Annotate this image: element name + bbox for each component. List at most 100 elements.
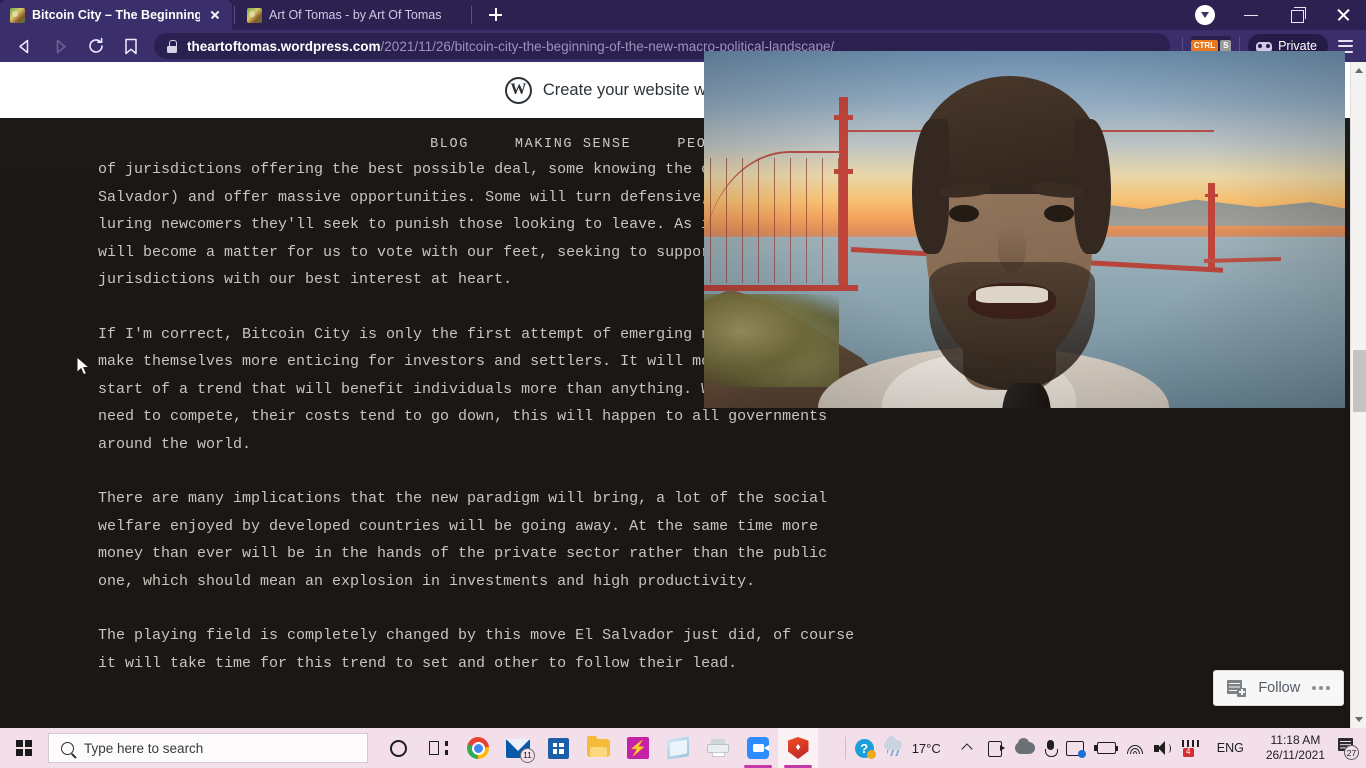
mail-icon: 11 — [506, 738, 535, 763]
battery-icon — [1093, 742, 1118, 754]
weather-temperature: 17°C — [911, 740, 941, 756]
minimize-button[interactable] — [1228, 0, 1274, 30]
start-button[interactable] — [0, 728, 48, 768]
flash-app-icon: ⚡ — [627, 737, 649, 759]
close-window-button[interactable] — [1320, 0, 1366, 30]
bridge-tower — [838, 97, 849, 287]
reload-button[interactable] — [78, 31, 114, 61]
taskbar-app-list: 11 ⚡ ♦ — [378, 728, 818, 768]
clock-time: 11:18 AM — [1270, 733, 1321, 747]
window-controls — [1182, 0, 1366, 30]
tray-item-battery[interactable] — [1089, 728, 1121, 768]
tray-item-network[interactable] — [1121, 728, 1149, 768]
update-badge-icon: 4 — [1181, 739, 1199, 757]
printer-icon — [707, 739, 729, 757]
mask-icon — [1256, 41, 1273, 51]
weather-icon — [883, 735, 905, 757]
virtual-background-shrub — [704, 293, 839, 387]
windows-logo-icon — [16, 740, 32, 756]
camera-icon — [987, 741, 1005, 757]
tray-item-weather[interactable]: 17°C — [879, 728, 953, 768]
onedrive-cloud-icon — [1014, 738, 1035, 754]
microphone — [1002, 383, 1051, 408]
follow-widget[interactable]: Follow — [1213, 670, 1344, 706]
bookmark-icon[interactable] — [114, 31, 148, 61]
onenote-icon — [667, 736, 689, 760]
lock-icon — [166, 39, 178, 53]
tab-divider — [234, 6, 235, 24]
mail-badge: 11 — [520, 747, 535, 763]
tray-item-help[interactable]: ? — [850, 728, 879, 768]
maximize-button[interactable] — [1274, 0, 1320, 30]
wordpress-logo-icon: W — [504, 76, 532, 104]
search-placeholder: Type here to search — [84, 740, 204, 756]
bridge-tower-strut — [834, 115, 853, 121]
file-explorer-icon — [586, 736, 610, 757]
taskbar-clock[interactable]: 11:18 AM 26/11/2021 — [1257, 728, 1334, 768]
tray-item-updates[interactable]: 4 — [1177, 728, 1204, 768]
tab-bitcoin-city[interactable]: Bitcoin City – The Beginning of th — [0, 0, 232, 30]
taskbar-item-store[interactable] — [538, 728, 578, 768]
page-scrollbar[interactable] — [1350, 62, 1366, 728]
tab-art-of-tomas[interactable]: Art Of Tomas - by Art Of Tomas — [237, 0, 469, 30]
taskbar-item-mail[interactable]: 11 — [498, 728, 538, 768]
tab-divider — [471, 6, 472, 24]
taskbar-item-onenote[interactable] — [658, 728, 698, 768]
tray-item-onedrive[interactable] — [1010, 728, 1040, 768]
back-button[interactable] — [6, 31, 42, 61]
follow-icon — [1227, 679, 1247, 697]
windows-taskbar: Type here to search 11 ⚡ ♦ ? 17°C 4 ENG … — [0, 728, 1366, 768]
subject-eye — [1044, 204, 1074, 223]
downloads-button[interactable] — [1182, 0, 1228, 30]
mouse-cursor — [76, 355, 92, 383]
url-domain: theartoftomas.wordpress.com — [187, 38, 381, 54]
forward-button[interactable] — [42, 31, 78, 61]
tray-show-hidden-icons[interactable] — [953, 728, 983, 768]
chrome-icon — [467, 737, 489, 759]
more-options-icon[interactable] — [1312, 686, 1330, 690]
taskbar-item-chrome[interactable] — [458, 728, 498, 768]
taskbar-item-cortana[interactable] — [378, 728, 418, 768]
tab-title: Art Of Tomas - by Art Of Tomas — [269, 8, 442, 22]
bridge-hangers — [710, 158, 839, 284]
tray-item-camera[interactable] — [983, 728, 1010, 768]
taskbar-item-zoom[interactable] — [738, 728, 778, 768]
article-paragraph: There are many implications that the new… — [98, 490, 828, 590]
system-tray: ? 17°C 4 ENG 11:18 AM 26/11/2021 27 — [841, 728, 1366, 768]
scrollbar-thumb[interactable] — [1353, 350, 1366, 412]
cortana-icon — [389, 739, 407, 757]
download-arrow-icon — [1195, 5, 1215, 25]
tray-item-volume[interactable] — [1149, 728, 1177, 768]
nav-item-blog[interactable]: BLOG — [430, 137, 469, 152]
notification-center-icon[interactable]: 27 — [1336, 738, 1359, 760]
tray-item-microphone[interactable] — [1040, 728, 1061, 768]
taskbar-item-task-view[interactable] — [418, 728, 458, 768]
taskbar-item-brave[interactable]: ♦ — [778, 728, 818, 768]
follow-label: Follow — [1258, 680, 1301, 696]
screen-share-icon — [1065, 740, 1086, 758]
volume-icon — [1153, 740, 1172, 756]
taskbar-item-flash-app[interactable]: ⚡ — [618, 728, 658, 768]
tab-strip: Bitcoin City – The Beginning of th Art O… — [0, 0, 1366, 30]
new-tab-button[interactable] — [480, 0, 510, 30]
wifi-icon — [1126, 741, 1144, 755]
close-icon[interactable] — [207, 7, 223, 23]
scroll-up-arrow-icon[interactable] — [1351, 62, 1366, 79]
bridge-tower-strut — [834, 168, 853, 174]
nav-item-making-sense[interactable]: MAKING SENSE — [515, 137, 631, 152]
microphone-icon — [1044, 739, 1058, 757]
search-input[interactable]: Type here to search — [48, 733, 368, 763]
subject-mouth — [967, 283, 1056, 319]
language-label: ENG — [1216, 741, 1244, 755]
taskbar-item-printer[interactable] — [698, 728, 738, 768]
tray-item-screen-share[interactable] — [1061, 728, 1089, 768]
microsoft-store-icon — [547, 737, 569, 759]
browser-window: Bitcoin City – The Beginning of th Art O… — [0, 0, 1366, 728]
clock-date: 26/11/2021 — [1265, 748, 1325, 762]
chevron-up-icon — [958, 738, 978, 758]
webcam-video-overlay[interactable] — [704, 51, 1345, 408]
scroll-down-arrow-icon[interactable] — [1351, 711, 1366, 728]
taskbar-item-file-explorer[interactable] — [578, 728, 618, 768]
tray-item-language[interactable]: ENG — [1204, 728, 1257, 768]
